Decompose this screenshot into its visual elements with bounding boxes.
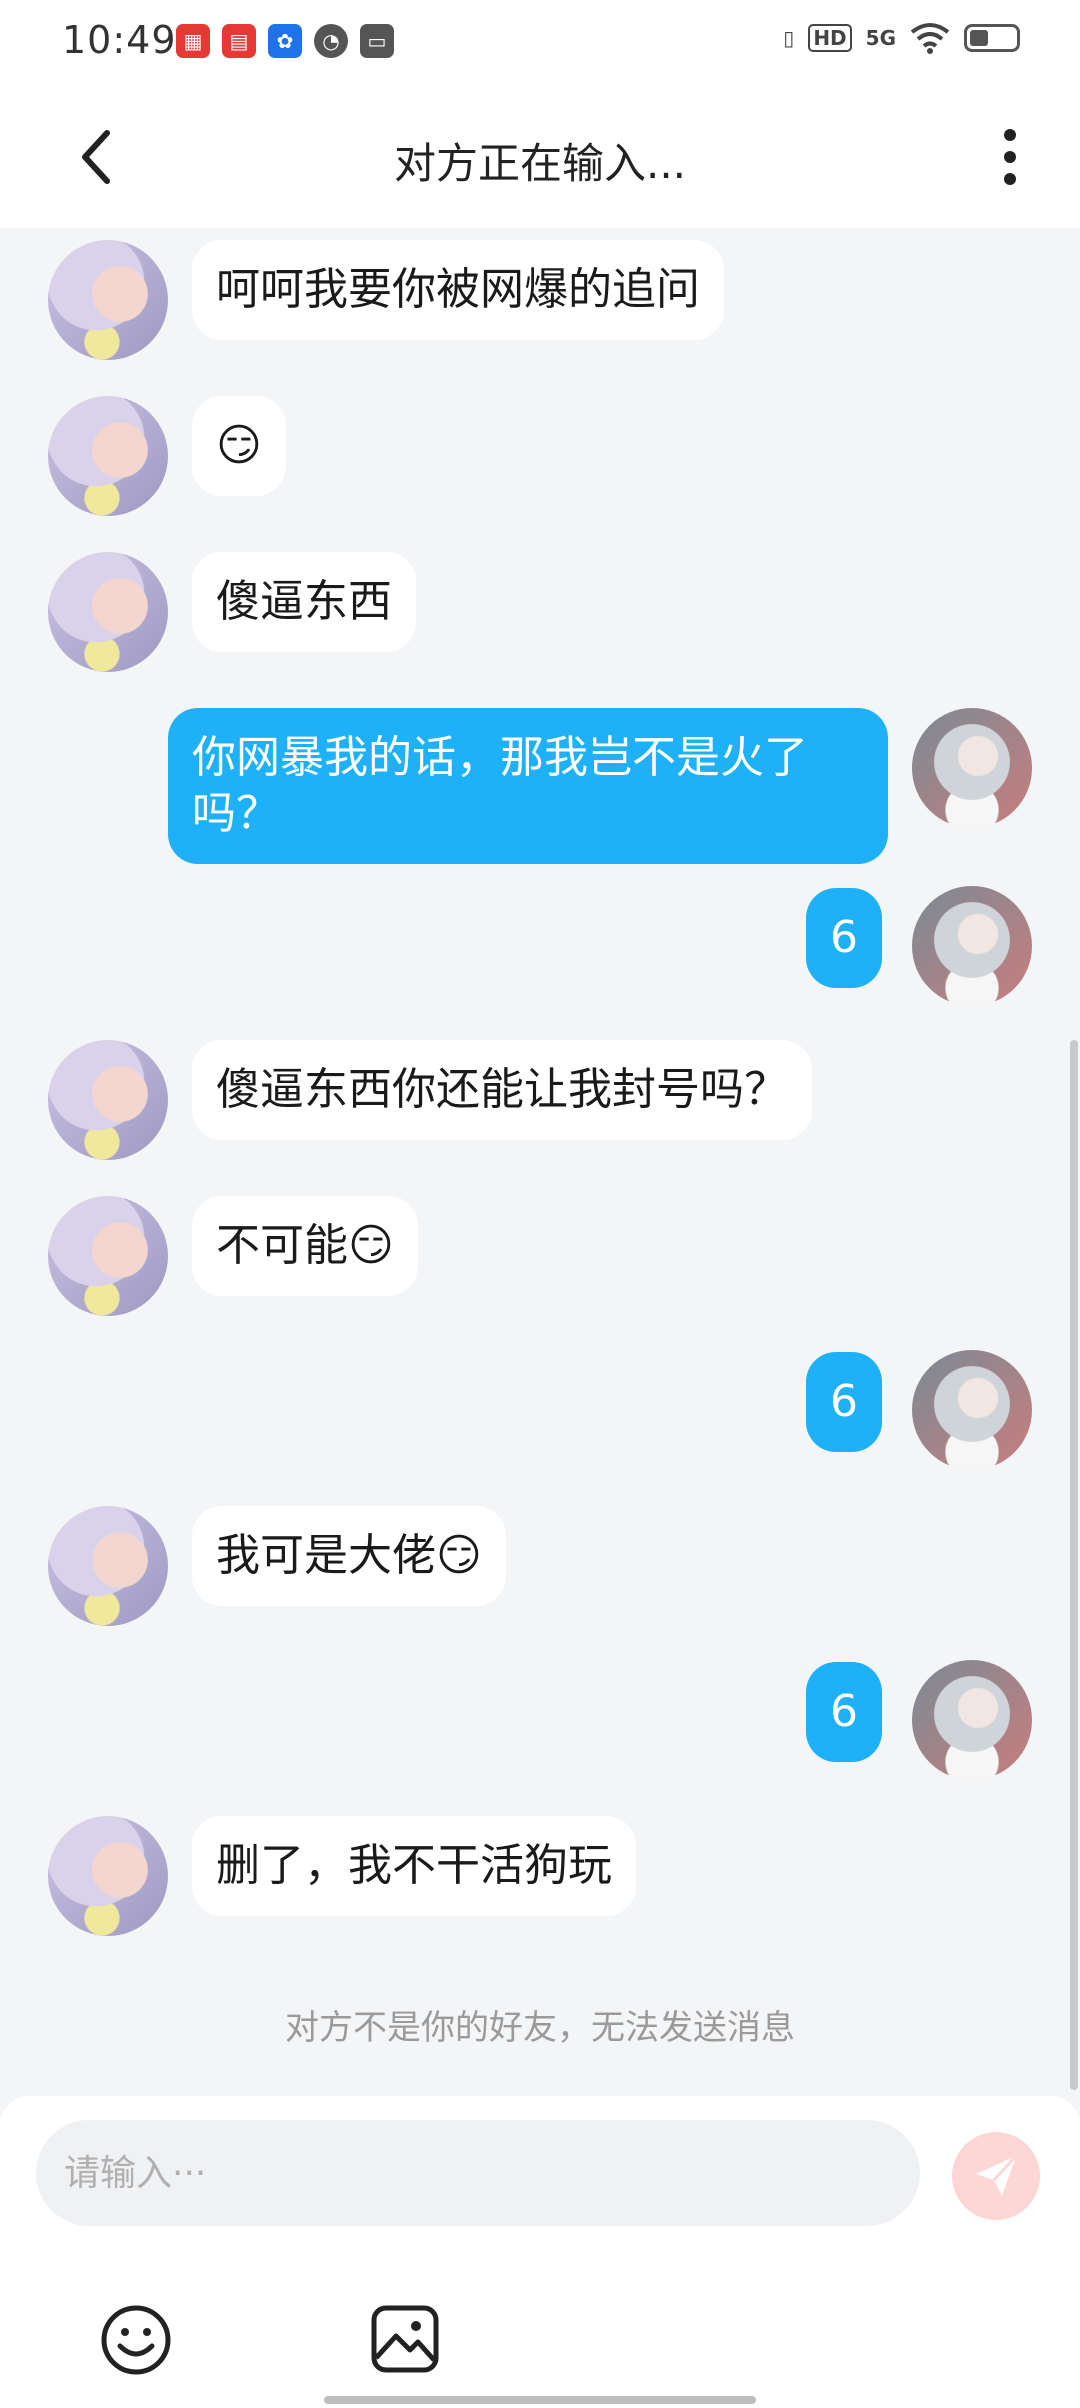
contact-avatar[interactable] bbox=[48, 552, 168, 672]
hd-indicator: HD bbox=[808, 24, 852, 52]
status-time: 10:49 bbox=[62, 18, 177, 62]
battery-icon bbox=[964, 24, 1020, 52]
message-bubble[interactable]: 我可是大佬😏 bbox=[192, 1506, 506, 1606]
contact-avatar[interactable] bbox=[48, 396, 168, 516]
message-list[interactable]: 呵呵我要你被网爆的追问 😏 傻逼东西 你网暴我的话，那我岂不是火了吗？ 6 傻逼… bbox=[0, 228, 1080, 2096]
contact-avatar[interactable] bbox=[48, 240, 168, 360]
message-bubble[interactable]: 6 bbox=[806, 888, 882, 988]
my-avatar[interactable] bbox=[912, 1350, 1032, 1470]
wifi-icon bbox=[910, 23, 950, 54]
input-area bbox=[0, 2096, 1080, 2408]
contact-avatar[interactable] bbox=[48, 1816, 168, 1936]
message-bubble[interactable]: 删了，我不干活狗玩 bbox=[192, 1816, 636, 1916]
message-bubble[interactable]: 傻逼东西你还能让我封号吗？ bbox=[192, 1040, 812, 1140]
message-bubble[interactable]: 你网暴我的话，那我岂不是火了吗？ bbox=[168, 708, 888, 864]
emoji-icon[interactable] bbox=[100, 2304, 172, 2376]
status-indicators: ▯ HD 5G bbox=[783, 22, 1020, 54]
home-indicator[interactable] bbox=[324, 2396, 756, 2404]
more-options-button[interactable] bbox=[980, 122, 1040, 192]
my-avatar[interactable] bbox=[912, 886, 1032, 1006]
app-notification-icon: ▤ bbox=[222, 24, 256, 58]
not-friend-notice: 对方不是你的好友，无法发送消息 bbox=[285, 2008, 795, 2048]
contact-avatar[interactable] bbox=[48, 1196, 168, 1316]
send-icon bbox=[976, 2154, 1018, 2196]
status-bar: 10:49 ▦ ▤ ✿ ◔ ▭ ▯ HD 5G bbox=[0, 0, 1080, 88]
message-bubble[interactable]: 😏 bbox=[192, 396, 286, 496]
message-bubble[interactable]: 不可能😏 bbox=[192, 1196, 418, 1296]
message-bubble[interactable]: 6 bbox=[806, 1352, 882, 1452]
scrollbar[interactable] bbox=[1070, 1040, 1078, 2090]
app-notification-icon: ◔ bbox=[314, 24, 348, 58]
chat-header: 对方正在输入... bbox=[0, 88, 1080, 228]
send-button[interactable] bbox=[952, 2132, 1040, 2220]
message-bubble[interactable]: 呵呵我要你被网爆的追问 bbox=[192, 240, 724, 340]
message-bubble[interactable]: 6 bbox=[806, 1662, 882, 1762]
image-icon[interactable] bbox=[370, 2304, 440, 2374]
my-avatar[interactable] bbox=[912, 708, 1032, 828]
chat-title: 对方正在输入... bbox=[393, 139, 687, 188]
app-notification-icon: ▭ bbox=[360, 24, 394, 58]
vibrate-icon: ▯ bbox=[783, 26, 795, 50]
app-notification-icon: ▦ bbox=[176, 24, 210, 58]
my-avatar[interactable] bbox=[912, 1660, 1032, 1780]
message-input[interactable] bbox=[36, 2120, 920, 2226]
status-app-icons: ▦ ▤ ✿ ◔ ▭ bbox=[176, 24, 394, 58]
message-bubble[interactable]: 傻逼东西 bbox=[192, 552, 416, 652]
contact-avatar[interactable] bbox=[48, 1506, 168, 1626]
contact-avatar[interactable] bbox=[48, 1040, 168, 1160]
signal-indicator: 5G bbox=[865, 26, 896, 50]
more-vertical-icon bbox=[1004, 129, 1016, 185]
app-notification-icon: ✿ bbox=[268, 24, 302, 58]
